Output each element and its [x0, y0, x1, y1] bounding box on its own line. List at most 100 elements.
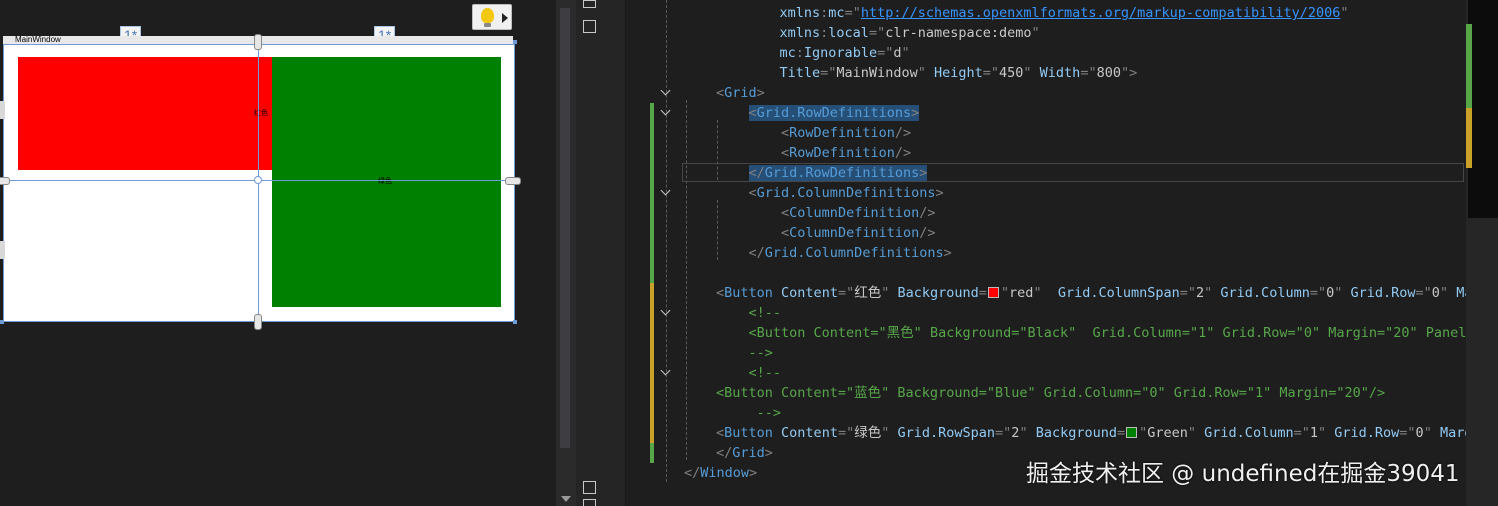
row-left-grip[interactable] — [0, 177, 10, 185]
column-bottom-grip[interactable] — [254, 314, 262, 330]
code-token: Grid.Row — [1334, 425, 1400, 441]
code-token: " — [881, 285, 898, 301]
expand-pane-icon[interactable] — [583, 20, 596, 33]
code-token: : — [795, 45, 804, 61]
code-token: " — [881, 425, 898, 441]
color-swatch-red[interactable] — [987, 287, 999, 298]
horizontal-split-icon[interactable] — [583, 499, 596, 506]
color-swatch-green[interactable] — [1126, 427, 1138, 438]
code-token: " — [1031, 25, 1040, 41]
code-line[interactable]: </Grid> — [716, 443, 773, 463]
column-top-grip[interactable] — [254, 34, 262, 50]
code-token: " — [1423, 425, 1440, 441]
resize-handle-bottom-right[interactable] — [513, 320, 517, 324]
code-token: "> — [1120, 65, 1138, 81]
watermark: 掘金技术社区 @ undefined在掘金39041 — [1026, 461, 1460, 487]
code-token: /> — [919, 205, 936, 221]
code-token: Grid.Column — [1220, 285, 1310, 301]
grid-intersection-handle[interactable] — [254, 176, 262, 184]
code-token: =" — [868, 25, 886, 41]
code-token: < — [781, 125, 790, 141]
code-token: MainWindow — [836, 65, 918, 81]
code-token: Content — [772, 285, 838, 301]
code-token: Button — [724, 285, 773, 301]
code-line[interactable]: </Window> — [684, 463, 757, 483]
code-line[interactable]: mc:Ignorable="d" — [747, 43, 910, 63]
code-token: Grid.RowDefinitions — [756, 105, 912, 121]
code-line[interactable]: <RowDefinition/> — [716, 123, 911, 143]
code-token: 800 — [1096, 65, 1121, 81]
row-right-grip[interactable] — [505, 177, 521, 185]
code-line[interactable]: <!-- — [716, 303, 782, 323]
code-token: =" — [820, 65, 837, 81]
code-token: =" — [1309, 285, 1327, 301]
code-token: <Button Content="蓝色" Background="Blue" G… — [716, 385, 1386, 401]
code-token: " — [1317, 425, 1335, 441]
resize-handle-top-right[interactable] — [513, 40, 517, 44]
resize-handle-bottom-left[interactable] — [0, 320, 4, 324]
code-token: =" — [1293, 425, 1310, 441]
code-token: " — [1023, 65, 1040, 81]
code-token: " — [1033, 285, 1058, 301]
code-token: Grid.ColumnDefinitions — [756, 185, 936, 201]
code-token: 0 — [1326, 285, 1335, 301]
code-line[interactable]: xmlns:mc="http://schemas.openxmlformats.… — [747, 3, 1349, 23]
minimap-change-marker-2 — [1466, 108, 1472, 168]
scroll-down-arrow-icon[interactable] — [561, 496, 571, 502]
code-token: Green — [1147, 425, 1188, 441]
code-token: =" — [1080, 65, 1097, 81]
green-button-preview[interactable]: 绿色 — [272, 57, 501, 307]
code-line[interactable]: --> — [716, 403, 781, 423]
code-token: 绿色 — [854, 425, 882, 441]
xaml-designer-pane[interactable]: 1* 1* MainWindow 红色 绿色 — [0, 0, 556, 506]
code-line[interactable]: xmlns:local="clr-namespace:demo" — [747, 23, 1040, 43]
code-token: Content — [772, 425, 838, 441]
code-token: > — [764, 445, 773, 461]
code-line[interactable]: <!-- — [716, 363, 782, 383]
code-line[interactable]: <Grid.ColumnDefinitions> — [716, 183, 944, 203]
code-line[interactable]: <Button Content="黑色" Background="Black" … — [716, 323, 1466, 343]
code-line[interactable]: <Grid> — [716, 83, 765, 103]
code-token: </ — [748, 165, 765, 181]
code-line[interactable]: --> — [716, 343, 773, 363]
code-token: < — [716, 425, 725, 441]
minimap-viewport[interactable] — [1468, 0, 1498, 218]
code-line[interactable]: <ColumnDefinition/> — [716, 203, 935, 223]
code-line[interactable]: <Button Content="绿色" Grid.RowSpan="2" Ba… — [716, 423, 1466, 443]
designer-vertical-scrollbar[interactable] — [556, 0, 576, 506]
code-line[interactable]: <Button Content="蓝色" Background="Blue" G… — [716, 383, 1385, 403]
indent-guide-grid — [686, 100, 687, 460]
code-token: < — [781, 225, 790, 241]
editor-minimap[interactable] — [1466, 0, 1498, 506]
code-line[interactable]: Title="MainWindow" Height="450" Width="8… — [747, 63, 1138, 83]
code-token: Marg — [1439, 425, 1466, 441]
code-line[interactable]: <Grid.RowDefinitions> — [716, 103, 920, 123]
code-line[interactable]: <Button Content="红色" Background= "red" Gr… — [716, 283, 1466, 303]
code-token: 2 — [1196, 285, 1205, 301]
code-token: " — [901, 45, 910, 61]
vertical-split-icon[interactable] — [583, 481, 596, 494]
code-token: > — [943, 245, 952, 261]
code-token: " — [1340, 5, 1349, 21]
quick-actions-button[interactable] — [472, 4, 512, 30]
code-token: =" — [982, 65, 1000, 81]
code-line[interactable]: <ColumnDefinition/> — [716, 223, 935, 243]
code-token: Title — [779, 65, 821, 81]
code-line[interactable]: </Grid.ColumnDefinitions> — [716, 243, 952, 263]
lightbulb-icon — [481, 8, 494, 27]
red-button-preview[interactable]: 红色 — [18, 57, 273, 170]
code-token: = — [978, 285, 987, 301]
code-token: Grid.Column — [1204, 425, 1294, 441]
code-token: Grid — [732, 445, 765, 461]
code-token: </ — [716, 445, 733, 461]
code-line[interactable]: </Grid.RowDefinitions> — [716, 163, 928, 183]
code-token: Grid — [724, 85, 757, 101]
code-line[interactable]: <RowDefinition/> — [716, 143, 911, 163]
code-token: = — [1116, 425, 1126, 441]
xaml-code-editor[interactable]: xmlns:mc="http://schemas.openxmlformats.… — [626, 0, 1466, 506]
swap-panes-icon[interactable] — [583, 0, 596, 8]
scrollbar-thumb[interactable] — [560, 8, 570, 448]
